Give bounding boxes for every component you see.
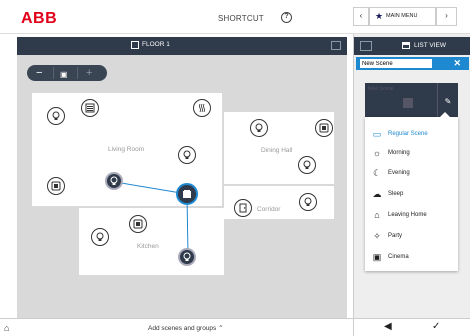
scene-name-bar: ✕ — [356, 57, 469, 70]
list-view-icon — [402, 42, 410, 49]
room-label: Dining Hall — [261, 147, 293, 154]
blind-icon[interactable] — [81, 99, 99, 117]
bulb-icon[interactable] — [250, 119, 268, 137]
scene-type-label: Leaving Home — [388, 212, 427, 218]
checkmark-icon[interactable]: ✓ — [432, 321, 440, 332]
svg-text:ABB: ABB — [21, 10, 57, 25]
scene-type-label: Morning — [388, 150, 410, 156]
cinema-icon: ▣ — [372, 252, 382, 262]
scene-hub-icon[interactable] — [176, 183, 198, 205]
evening-icon: ☾ — [372, 168, 382, 178]
chevron-right-icon: › — [445, 11, 448, 20]
close-icon[interactable]: ✕ — [453, 58, 461, 69]
floor-label: FLOOR 1 — [142, 41, 170, 48]
morning-icon: ☼ — [372, 148, 382, 158]
scene-tile-name: New Scene — [368, 86, 394, 92]
scene-type-evening[interactable]: ☾ Evening — [365, 164, 458, 183]
list-view-button[interactable]: LIST VIEW — [414, 42, 446, 49]
next-button[interactable]: › — [436, 7, 457, 26]
expand-panel-icon[interactable] — [360, 41, 372, 51]
scene-type-sleep[interactable]: ☁ Sleep — [365, 185, 458, 204]
scene-type-label: Party — [388, 233, 403, 239]
prev-button[interactable]: ‹ — [353, 7, 369, 26]
scene-type-party[interactable]: ✧ Party — [365, 227, 458, 246]
leaving-home-icon: ⌂ — [374, 210, 380, 220]
collapse-panel-icon[interactable] — [331, 41, 341, 50]
sleep-icon: ☁ — [372, 189, 382, 199]
question-circle-icon[interactable]: ? — [281, 12, 292, 23]
party-icon: ✧ — [373, 231, 381, 241]
panel-header: LIST VIEW — [354, 37, 470, 55]
bulb-icon[interactable] — [91, 228, 109, 246]
switch-icon[interactable] — [47, 177, 65, 195]
regular-scene-icon: ▭ — [372, 129, 382, 139]
back-arrow-icon[interactable]: ◀ — [384, 321, 392, 332]
fit-view-icon[interactable]: ▣ — [60, 69, 68, 81]
scene-tile-icon — [403, 98, 413, 108]
room-label: Kitchen — [137, 243, 159, 250]
scene-name-input[interactable] — [360, 59, 432, 68]
room-label: Corridor — [257, 206, 281, 213]
scene-type-label: Regular Scene — [388, 131, 428, 137]
bottom-bar: ⌂ Add scenes and groups ⌃ ◀ ✓ — [0, 318, 470, 336]
scene-type-cinema[interactable]: ▣ Cinema — [365, 248, 458, 267]
scene-type-dropdown: ▭ Regular Scene ☼ Morning ☾ Evening ☁ Sl… — [365, 112, 458, 271]
bulb-icon[interactable] — [299, 193, 317, 211]
star-icon: ★ — [375, 11, 384, 21]
zoom-out-button[interactable]: − — [36, 67, 42, 79]
panel-actions: ◀ ✓ — [353, 319, 470, 336]
add-scenes-groups-button[interactable]: Add scenes and groups ⌃ — [148, 324, 224, 332]
floor-icon — [131, 41, 139, 49]
scene-editor-panel: LIST VIEW ✕ New Scene ✎ ▭ Regular Scene … — [353, 34, 470, 318]
scene-type-label: Sleep — [388, 191, 404, 197]
scene-type-label: Evening — [388, 170, 410, 176]
switch-icon[interactable] — [129, 215, 147, 233]
main-menu-label: MAIN MENU — [386, 13, 418, 19]
room-label: Living Room — [108, 146, 145, 153]
home-icon[interactable]: ⌂ — [4, 323, 9, 333]
door-icon[interactable] — [234, 199, 252, 217]
bulb-icon[interactable] — [47, 107, 65, 125]
heating-icon[interactable] — [193, 99, 211, 117]
scene-type-morning[interactable]: ☼ Morning — [365, 144, 458, 163]
floor-plan: − ▣ + Living Room Dining Hall Corridor K… — [17, 55, 347, 318]
main-menu-button[interactable]: ★ MAIN MENU — [369, 7, 436, 26]
top-bar: ABB SHORTCUT ? ‹ ★ MAIN MENU › — [0, 0, 470, 34]
zoom-in-button[interactable]: + — [86, 67, 92, 79]
bulb-icon[interactable] — [178, 248, 196, 266]
chevron-left-icon: ‹ — [359, 11, 363, 20]
bulb-icon[interactable] — [105, 172, 123, 190]
zoom-toolbar: − ▣ + — [27, 65, 107, 81]
bulb-icon[interactable] — [298, 156, 316, 174]
scene-type-regular[interactable]: ▭ Regular Scene — [365, 125, 458, 144]
abb-logo: ABB — [20, 9, 60, 27]
scene-type-label: Cinema — [388, 254, 409, 260]
switch-icon[interactable] — [315, 119, 333, 137]
page-title: SHORTCUT — [218, 14, 264, 23]
scene-type-leaving-home[interactable]: ⌂ Leaving Home — [365, 206, 458, 225]
floor-bar: FLOOR 1 — [17, 37, 347, 55]
bulb-icon[interactable] — [178, 146, 196, 164]
